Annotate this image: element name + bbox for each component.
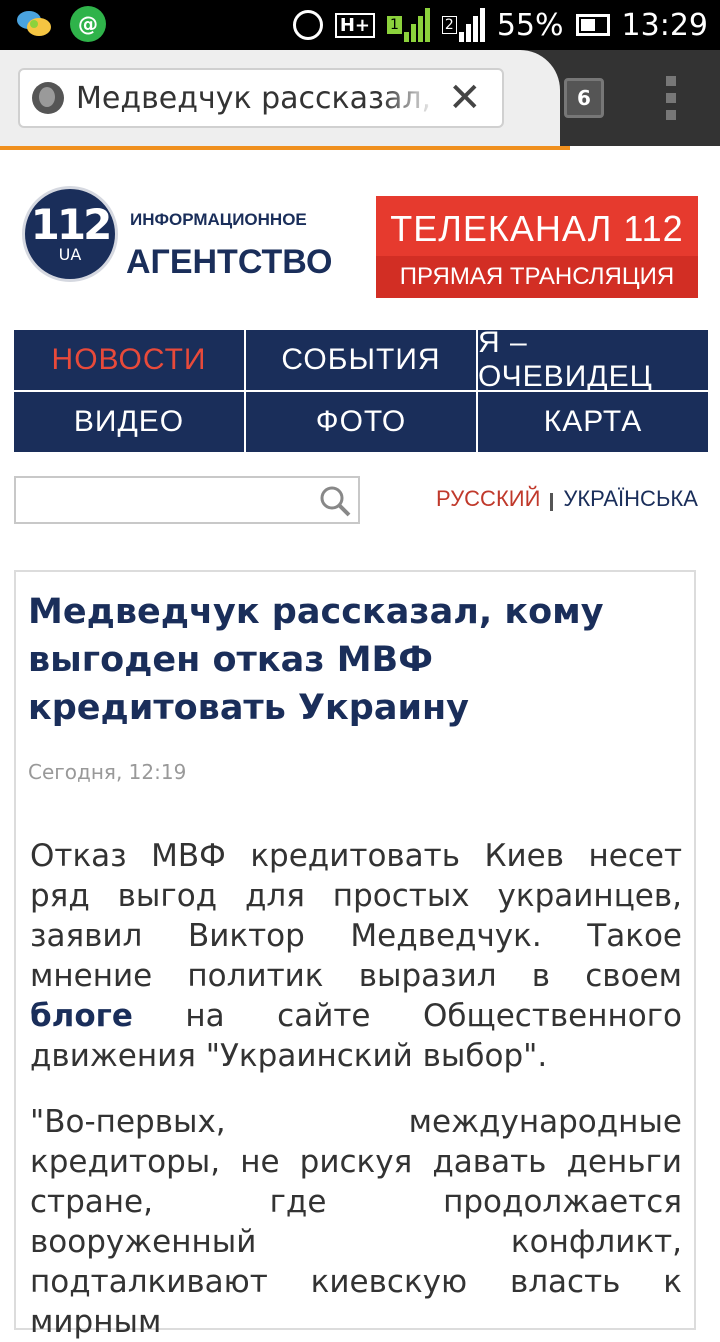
search-input[interactable] [18,480,312,522]
nav-item-photo[interactable]: ФОТО [246,392,476,452]
article-paragraph: "Во-первых, международные кредиторы, не … [30,1104,682,1340]
nav-item-events[interactable]: СОБЫТИЯ [246,330,476,390]
nav-item-map[interactable]: КАРТА [478,392,708,452]
lang-divider [550,493,554,511]
network-type-indicator: H+ [334,12,375,38]
language-switcher: РУССКИЙ УКРАЇНСЬКА [436,486,698,512]
logo-number: 112 [30,200,113,249]
email-notification-icon: @ [70,6,106,42]
chat-notification-icon [16,6,52,42]
page-load-progress [0,146,570,150]
tv-title: ТЕЛЕКАНАЛ 112 [390,208,684,249]
lang-ukrainian[interactable]: УКРАЇНСЬКА [563,486,697,512]
tabs-button[interactable]: 6 [564,78,604,118]
nav-item-video[interactable]: ВИДЕО [14,392,244,452]
blog-link[interactable]: блоге [30,998,133,1034]
battery-percent: 55% [496,7,564,43]
alarm-icon [292,10,323,40]
live-tv-button[interactable]: ТЕЛЕКАНАЛ 112 ПРЯМАЯ ТРАНСЛЯЦИЯ [376,196,698,298]
paragraph-text: Отказ МВФ кредитовать Киев несет ряд выг… [30,838,682,994]
nav-item-news[interactable]: НОВОСТИ [14,330,244,390]
url-bar[interactable]: Медведчук рассказал, кому ✕ [18,68,504,128]
close-icon[interactable]: ✕ [448,75,482,121]
article-title: Медведчук рассказал, кому выгоден отказ … [28,592,604,728]
logo-ua: UA [58,245,82,264]
agency-label-small: ИНФОРМАЦИОННОЕ [130,210,307,229]
main-nav: НОВОСТИ СОБЫТИЯ Я – ОЧЕВИДЕЦ ВИДЕО ФОТО … [14,326,708,452]
url-text[interactable]: Медведчук рассказал, кому [76,81,436,116]
lang-russian[interactable]: РУССКИЙ [436,486,540,512]
article-paragraph: Отказ МВФ кредитовать Киев несет ряд выг… [30,836,682,1076]
status-bar: @ H+ 1 2 55% 13:29 [0,0,720,50]
site-logo[interactable]: 112 UA [22,186,118,282]
sim1-signal-icon: 1 [387,8,430,42]
globe-icon [32,82,64,114]
agency-label-big: АГЕНТСТВО [126,243,333,281]
tv-subtitle: ПРЯМАЯ ТРАНСЛЯЦИЯ [376,256,698,298]
article-card: Медведчук рассказал, кому выгоден отказ … [14,570,696,1340]
search-box [14,476,360,524]
search-icon[interactable] [318,484,352,518]
sim2-signal-icon: 2 [441,8,485,42]
browser-toolbar: Медведчук рассказал, кому ✕ 6 [0,50,720,146]
nav-item-eyewitness[interactable]: Я – ОЧЕВИДЕЦ [478,326,708,393]
battery-icon [575,14,610,36]
overflow-menu-icon[interactable] [664,76,678,120]
article-date: Сегодня, 12:19 [28,760,187,784]
clock: 13:29 [621,7,708,43]
